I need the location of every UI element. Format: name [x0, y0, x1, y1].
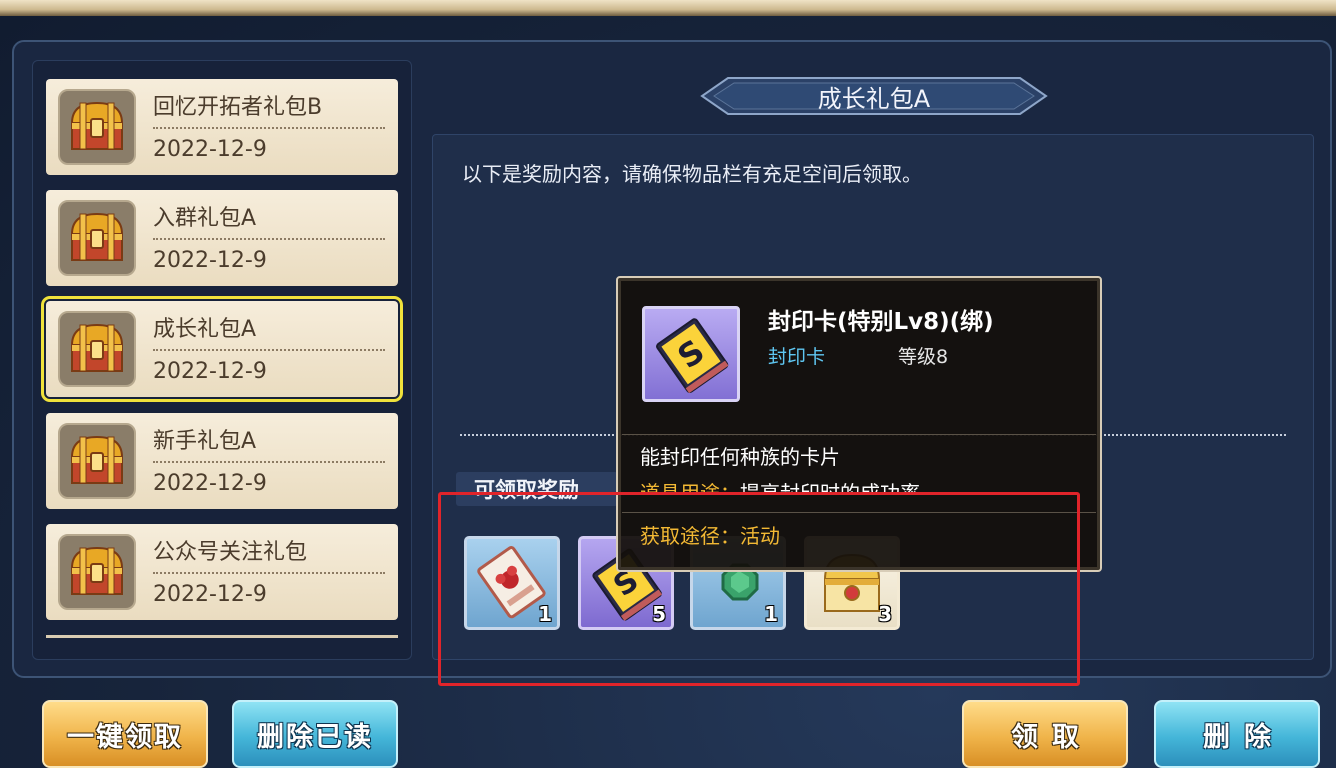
mail-date: 2022-12-9 [153, 248, 267, 273]
item-level: 等级8 [898, 346, 949, 368]
claim-label: 领取 [1011, 721, 1093, 753]
mail-title: 回忆开拓者礼包B [153, 95, 323, 120]
mail-title: 新手礼包A [153, 429, 257, 454]
claim-all-label: 一键领取 [67, 721, 183, 753]
treasure-chest-icon [58, 423, 136, 499]
mail-detail-title: 成长礼包A [817, 84, 931, 113]
divider [153, 127, 385, 129]
divider [153, 461, 385, 463]
mail-title: 成长礼包A [153, 317, 257, 342]
top-bar [0, 0, 1336, 16]
divider [153, 238, 385, 240]
mail-date: 2022-12-9 [153, 582, 267, 607]
treasure-chest-icon [58, 200, 136, 276]
mail-title: 公众号关注礼包 [153, 540, 308, 565]
mail-item-3[interactable]: 新手礼包A 2022-12-9 [46, 413, 398, 509]
claim-all-button[interactable]: 一键领取 [42, 700, 208, 768]
divider [153, 572, 385, 574]
mail-date: 2022-12-9 [153, 359, 267, 384]
divider [153, 349, 385, 351]
item-description: 能封印任何种族的卡片 [640, 445, 840, 469]
delete-button[interactable]: 删除 [1154, 700, 1320, 768]
mail-item-2-selected[interactable]: 成长礼包A 2022-12-9 [41, 296, 403, 402]
treasure-chest-icon [58, 89, 136, 165]
claim-button[interactable]: 领取 [962, 700, 1128, 768]
mail-item-1[interactable]: 入群礼包A 2022-12-9 [46, 190, 398, 286]
mail-title: 入群礼包A [153, 206, 257, 231]
title-banner: 成长礼包A [698, 74, 1050, 118]
mail-item-0[interactable]: 回忆开拓者礼包B 2022-12-9 [46, 79, 398, 175]
delete-read-button[interactable]: 删除已读 [232, 700, 398, 768]
delete-label: 删除 [1203, 721, 1285, 753]
seal-card-icon: S [642, 306, 740, 402]
mail-list[interactable]: 回忆开拓者礼包B 2022-12-9 入群礼包A 2022-12-9 成长礼包A… [32, 60, 412, 660]
treasure-chest-icon [58, 311, 136, 387]
item-name: 封印卡(特别Lv8)(绑) [768, 309, 994, 335]
list-scroll-edge [46, 635, 398, 638]
mail-date: 2022-12-9 [153, 137, 267, 162]
treasure-chest-icon [58, 534, 136, 610]
mail-date: 2022-12-9 [153, 471, 267, 496]
delete-read-label: 删除已读 [257, 721, 373, 753]
notice-text: 以下是奖励内容，请确保物品栏有充足空间后领取。 [462, 162, 922, 186]
reward-highlight-box [438, 492, 1080, 686]
mail-item-4[interactable]: 公众号关注礼包 2022-12-9 [46, 524, 398, 620]
item-type: 封印卡 [768, 346, 826, 368]
divider [622, 434, 1096, 435]
